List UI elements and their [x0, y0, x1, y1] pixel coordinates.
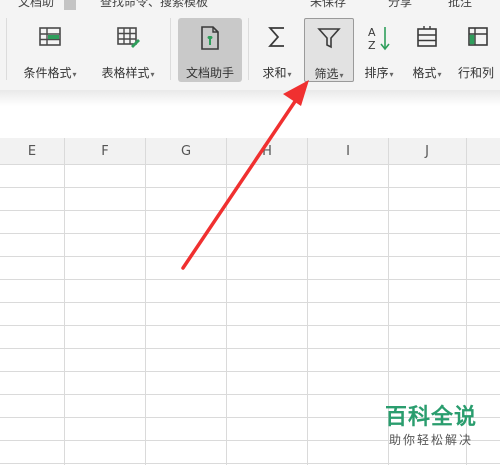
document-assistant-button[interactable]: 文档助手 — [178, 18, 242, 82]
filter-button[interactable]: 筛选▾ — [304, 18, 354, 82]
row-divider — [0, 371, 500, 372]
sum-icon — [254, 24, 300, 52]
svg-text:Z: Z — [368, 39, 376, 52]
ribbon-separator — [6, 18, 7, 80]
row-divider — [0, 325, 500, 326]
filter-label: 筛选 — [314, 67, 339, 81]
row-divider — [0, 164, 500, 165]
unsaved-status: 未保存 — [310, 0, 347, 9]
watermark-logo: 百科全说 助你轻松解决 — [372, 405, 490, 449]
sum-label: 求和 — [262, 66, 287, 80]
row-divider — [0, 463, 500, 464]
ribbon-separator — [170, 18, 171, 80]
chevron-down-icon: ▾ — [389, 70, 394, 79]
chevron-down-icon: ▾ — [150, 70, 155, 79]
conditional-format-label: 条件格式 — [23, 66, 72, 80]
table-style-button[interactable]: 表格样式▾ — [90, 18, 166, 82]
ribbon-separator — [248, 18, 249, 80]
watermark-title: 百科全说 — [384, 405, 477, 430]
ribbon-shadow — [0, 90, 500, 130]
conditional-format-button[interactable]: 条件格式▾ — [12, 18, 88, 82]
row-divider — [0, 348, 500, 349]
column-header-f[interactable]: F — [65, 138, 145, 164]
column-header-h[interactable]: H — [227, 138, 307, 164]
sort-button[interactable]: A Z 排序▾ — [356, 18, 402, 82]
tab-scroll-thumb[interactable] — [64, 0, 76, 10]
chevron-down-icon: ▾ — [339, 71, 344, 80]
doc-assistant-tab[interactable]: 文档助 — [18, 0, 54, 10]
document-assistant-label: 文档助手 — [185, 66, 234, 80]
chevron-down-icon: ▾ — [287, 70, 292, 79]
row-divider — [0, 394, 500, 395]
column-header-g[interactable]: G — [146, 138, 226, 164]
filter-icon — [305, 25, 353, 53]
row-divider — [0, 233, 500, 234]
conditional-format-icon — [12, 24, 88, 52]
chevron-down-icon: ▾ — [72, 70, 77, 79]
watermark-subtitle: 助你轻松解决 — [388, 433, 473, 447]
ribbon-toolbar: 条件格式▾ 表格样式▾ 文档助手 求和▾ 筛选▾ A Z 排序▾ 格式▾ 行和列 — [0, 10, 500, 90]
rows-columns-icon — [452, 24, 500, 52]
column-header-i[interactable]: I — [308, 138, 388, 164]
row-divider — [0, 187, 500, 188]
row-divider — [0, 256, 500, 257]
title-bar: 文档助 查找命令、搜索模板 未保存 分享 批注 — [0, 0, 500, 10]
command-search-box[interactable]: 查找命令、搜索模板 — [100, 0, 208, 10]
rows-columns-label: 行和列 — [457, 66, 494, 80]
format-button[interactable]: 格式▾ — [404, 18, 450, 82]
sum-button[interactable]: 求和▾ — [254, 18, 300, 82]
row-divider — [0, 302, 500, 303]
share-button[interactable]: 分享 — [388, 0, 412, 10]
format-icon — [404, 24, 450, 52]
comment-button[interactable]: 批注 — [448, 0, 472, 10]
document-assistant-icon — [178, 24, 242, 52]
row-divider — [0, 210, 500, 211]
chevron-down-icon: ▾ — [437, 70, 442, 79]
table-style-label: 表格样式 — [101, 66, 150, 80]
format-label: 格式 — [412, 66, 437, 80]
sort-icon: A Z — [356, 24, 402, 52]
sort-label: 排序 — [364, 66, 389, 80]
column-header-e[interactable]: E — [0, 138, 64, 164]
svg-text:A: A — [368, 26, 376, 39]
table-style-icon — [90, 24, 166, 52]
row-divider — [0, 279, 500, 280]
rows-columns-button[interactable]: 行和列 — [452, 18, 500, 82]
column-header-j[interactable]: J — [389, 138, 465, 164]
